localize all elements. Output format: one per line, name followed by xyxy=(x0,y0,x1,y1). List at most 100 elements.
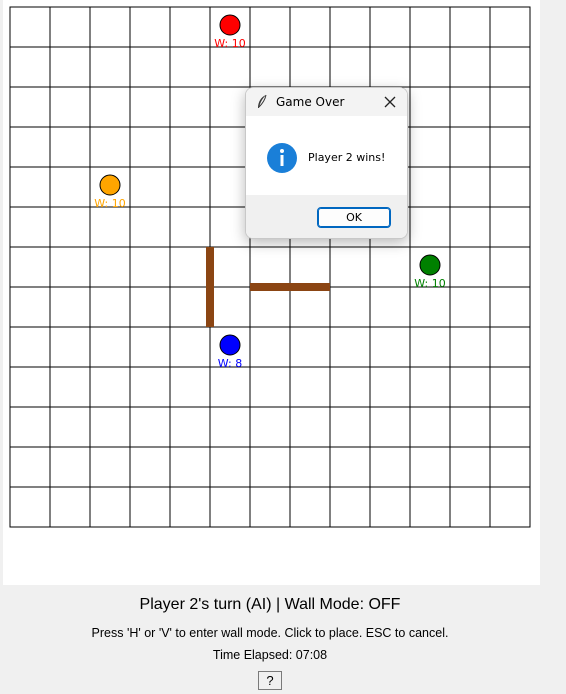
board-cell[interactable] xyxy=(289,486,331,528)
board-cell[interactable] xyxy=(209,366,251,408)
board-cell[interactable] xyxy=(89,286,131,328)
board-cell[interactable] xyxy=(129,486,171,528)
board-cell[interactable] xyxy=(9,406,51,448)
board-cell[interactable] xyxy=(9,326,51,368)
board-cell[interactable] xyxy=(489,126,531,168)
help-button[interactable]: ? xyxy=(258,671,282,690)
board-cell[interactable] xyxy=(409,286,451,328)
board-cell[interactable] xyxy=(369,486,411,528)
board-cell[interactable] xyxy=(129,166,171,208)
board-cell[interactable] xyxy=(449,486,491,528)
board-cell[interactable] xyxy=(9,166,51,208)
board-cell[interactable] xyxy=(49,46,91,88)
board-cell[interactable] xyxy=(9,6,51,48)
board-cell[interactable] xyxy=(89,206,131,248)
board-cell[interactable] xyxy=(249,286,291,328)
board-cell[interactable] xyxy=(409,486,451,528)
board-cell[interactable] xyxy=(89,446,131,488)
dialog-titlebar[interactable]: Game Over xyxy=(246,88,407,116)
board-cell[interactable] xyxy=(169,126,211,168)
board-cell[interactable] xyxy=(329,326,371,368)
board-cell[interactable] xyxy=(249,366,291,408)
board-cell[interactable] xyxy=(209,86,251,128)
board-cell[interactable] xyxy=(409,46,451,88)
board-cell[interactable] xyxy=(409,406,451,448)
board-cell[interactable] xyxy=(329,446,371,488)
board-cell[interactable] xyxy=(329,486,371,528)
board-cell[interactable] xyxy=(129,86,171,128)
board-cell[interactable] xyxy=(169,6,211,48)
board-cell[interactable] xyxy=(249,446,291,488)
board-cell[interactable] xyxy=(129,46,171,88)
board-cell[interactable] xyxy=(409,6,451,48)
board-cell[interactable] xyxy=(9,86,51,128)
board-cell[interactable] xyxy=(9,246,51,288)
board-cell[interactable] xyxy=(169,366,211,408)
close-icon[interactable] xyxy=(379,92,401,112)
board-cell[interactable] xyxy=(129,246,171,288)
board-cell[interactable] xyxy=(9,46,51,88)
board-cell[interactable] xyxy=(9,446,51,488)
board-cell[interactable] xyxy=(209,46,251,88)
board-cell[interactable] xyxy=(369,366,411,408)
board-cell[interactable] xyxy=(89,46,131,88)
board-cell[interactable] xyxy=(169,206,211,248)
board-cell[interactable] xyxy=(209,406,251,448)
board-cell[interactable] xyxy=(449,46,491,88)
board-cell[interactable] xyxy=(449,366,491,408)
board-cell[interactable] xyxy=(369,446,411,488)
board-cell[interactable] xyxy=(89,326,131,368)
board-cell[interactable] xyxy=(209,286,251,328)
board-cell[interactable] xyxy=(169,46,211,88)
board-cell[interactable] xyxy=(369,46,411,88)
board-cell[interactable] xyxy=(9,126,51,168)
board-cell[interactable] xyxy=(129,406,171,448)
board-cell[interactable] xyxy=(489,446,531,488)
board-cell[interactable] xyxy=(489,246,531,288)
board-cell[interactable] xyxy=(169,246,211,288)
board-cell[interactable] xyxy=(129,326,171,368)
board-cell[interactable] xyxy=(489,166,531,208)
board-cell[interactable] xyxy=(449,86,491,128)
board-cell[interactable] xyxy=(449,446,491,488)
board-cell[interactable] xyxy=(129,286,171,328)
board-cell[interactable] xyxy=(49,366,91,408)
board-cell[interactable] xyxy=(449,286,491,328)
board-cell[interactable] xyxy=(249,246,291,288)
board-cell[interactable] xyxy=(369,326,411,368)
board-cell[interactable] xyxy=(449,166,491,208)
board-cell[interactable] xyxy=(89,246,131,288)
board-cell[interactable] xyxy=(129,6,171,48)
board-cell[interactable] xyxy=(329,246,371,288)
player-3-pawn[interactable] xyxy=(419,254,441,276)
board-cell[interactable] xyxy=(409,86,451,128)
board-cell[interactable] xyxy=(169,486,211,528)
board-cell[interactable] xyxy=(289,46,331,88)
board-cell[interactable] xyxy=(449,6,491,48)
board-cell[interactable] xyxy=(209,486,251,528)
board-cell[interactable] xyxy=(329,286,371,328)
board-cell[interactable] xyxy=(369,246,411,288)
board-cell[interactable] xyxy=(169,406,211,448)
board-cell[interactable] xyxy=(129,366,171,408)
board-cell[interactable] xyxy=(409,326,451,368)
board-cell[interactable] xyxy=(9,286,51,328)
board-cell[interactable] xyxy=(129,446,171,488)
board-cell[interactable] xyxy=(449,406,491,448)
board-cell[interactable] xyxy=(49,286,91,328)
board-cell[interactable] xyxy=(209,206,251,248)
board-cell[interactable] xyxy=(409,366,451,408)
board-cell[interactable] xyxy=(329,366,371,408)
board-cell[interactable] xyxy=(49,486,91,528)
board-cell[interactable] xyxy=(489,406,531,448)
board-cell[interactable] xyxy=(249,486,291,528)
board-cell[interactable] xyxy=(249,6,291,48)
board-cell[interactable] xyxy=(49,126,91,168)
board-cell[interactable] xyxy=(209,246,251,288)
board-cell[interactable] xyxy=(489,286,531,328)
board-cell[interactable] xyxy=(9,366,51,408)
board-cell[interactable] xyxy=(169,166,211,208)
board-cell[interactable] xyxy=(169,86,211,128)
board-cell[interactable] xyxy=(249,326,291,368)
board-cell[interactable] xyxy=(209,166,251,208)
